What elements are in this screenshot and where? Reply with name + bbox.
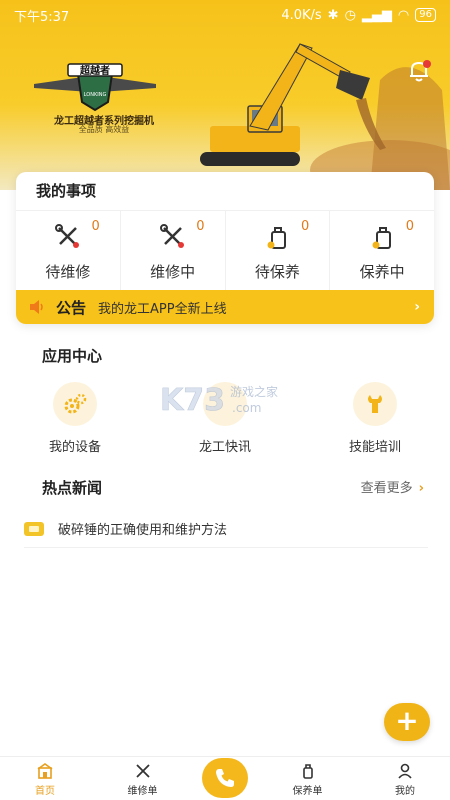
add-fab-button[interactable]: + xyxy=(384,703,430,741)
svg-text:K73: K73 xyxy=(160,383,225,418)
oil-can-icon xyxy=(302,764,313,779)
slogan: 全品质 高效益 xyxy=(78,125,130,134)
network-speed: 4.0K/s xyxy=(281,7,322,23)
brand-logo: 超越者 LONKING xyxy=(34,63,156,112)
wrench-icon xyxy=(353,382,397,426)
repairing-count: 0 xyxy=(196,219,205,234)
svg-text:游戏之家: 游戏之家 xyxy=(230,384,278,399)
excavator-image xyxy=(200,43,450,190)
nav-repair-orders-label: 维修单 xyxy=(127,786,158,797)
pending-repair-count: 0 xyxy=(91,219,100,234)
oil-can-icon xyxy=(267,227,287,249)
status-bar: 下午5:37 4.0K/s ✱ ◷ ▂▄▆ ◠ 96 xyxy=(0,0,450,30)
pending-maintenance-count: 0 xyxy=(300,219,310,234)
app-my-devices[interactable]: 我的设备 xyxy=(0,382,150,462)
svg-text:LONKING: LONKING xyxy=(84,92,107,98)
item-pending-maintenance[interactable]: 0 待保养 xyxy=(226,211,331,290)
app-center-title: 应用中心 xyxy=(42,347,103,365)
item-repairing[interactable]: 0 维修中 xyxy=(121,211,226,290)
wrench-screwdriver-icon xyxy=(54,224,79,248)
nav-profile-label: 我的 xyxy=(395,786,415,797)
nav-maintenance-orders[interactable]: 保养单 xyxy=(263,757,353,800)
news-title: 破碎锤的正确使用和维护方法 xyxy=(58,523,228,538)
nav-home[interactable]: 首页 xyxy=(0,757,90,800)
app-skill-training[interactable]: 技能培训 xyxy=(300,382,450,462)
hot-news-title: 热点新闻 xyxy=(42,479,103,497)
notice-text: 我的龙工APP全新上线 xyxy=(98,301,227,317)
alarm-icon: ◷ xyxy=(344,7,356,23)
repairing-label: 维修中 xyxy=(150,263,196,281)
battery-indicator: 96 xyxy=(415,8,436,22)
view-more-link[interactable]: 查看更多 › xyxy=(361,477,424,496)
call-button[interactable] xyxy=(202,758,248,798)
hero-banner[interactable]: 下午5:37 4.0K/s ✱ ◷ ▂▄▆ ◠ 96 超越者 LONKING 龙… xyxy=(0,0,450,190)
notice-bar[interactable]: 公告 我的龙工APP全新上线 › xyxy=(16,290,434,324)
app-skill-training-label: 技能培训 xyxy=(348,440,401,455)
my-items-title: 我的事项 xyxy=(36,182,97,200)
oil-can-icon xyxy=(372,227,392,249)
wifi-icon: ◠ xyxy=(397,7,410,23)
item-maintaining[interactable]: 0 保养中 xyxy=(330,211,434,290)
wrench-screwdriver-icon xyxy=(135,764,150,778)
signal-icon: ▂▄▆ xyxy=(361,7,392,23)
view-more-label: 查看更多 xyxy=(360,481,413,496)
maintaining-count: 0 xyxy=(405,219,414,234)
item-pending-repair[interactable]: 0 待维修 xyxy=(16,211,121,290)
my-items-grid: 0 待维修 0 维修中 0 待保养 0 保养中 xyxy=(16,210,434,290)
home-icon xyxy=(37,763,53,779)
svg-text:.com: .com xyxy=(232,401,261,415)
notice-title: 公告 xyxy=(56,298,87,317)
my-items-card: 我的事项 0 待维修 0 维修中 0 待保养 0 保养中 公告 我的龙工APP全… xyxy=(16,172,434,324)
phone-icon xyxy=(216,769,234,787)
wrench-screwdriver-icon xyxy=(159,224,184,248)
pending-repair-label: 待维修 xyxy=(45,263,91,281)
chevron-right-icon: › xyxy=(418,481,424,496)
nav-repair-orders[interactable]: 维修单 xyxy=(98,757,188,800)
user-icon xyxy=(398,763,412,779)
status-time: 下午5:37 xyxy=(14,9,70,25)
nav-home-label: 首页 xyxy=(35,786,55,797)
app-news-label: 龙工快讯 xyxy=(198,440,251,455)
chevron-right-icon[interactable]: › xyxy=(414,299,420,315)
bluetooth-icon: ✱ xyxy=(327,7,339,23)
status-right: 4.0K/s ✱ ◷ ▂▄▆ ◠ 96 xyxy=(281,8,436,23)
gears-icon xyxy=(53,382,97,426)
speaker-icon xyxy=(30,300,43,314)
svg-text:超越者: 超越者 xyxy=(79,64,110,77)
nav-maintenance-orders-label: 保养单 xyxy=(292,786,323,797)
news-list-item[interactable]: 破碎锤的正确使用和维护方法 xyxy=(24,510,428,548)
maintaining-label: 保养中 xyxy=(359,263,405,281)
notification-bell-icon[interactable] xyxy=(406,58,432,84)
pending-maintenance-label: 待保养 xyxy=(254,263,300,281)
nav-profile[interactable]: 我的 xyxy=(360,757,450,800)
app-my-devices-label: 我的设备 xyxy=(48,440,101,455)
news-bullet-icon xyxy=(24,521,44,536)
k73-watermark: K73 游戏之家 .com xyxy=(160,383,278,419)
